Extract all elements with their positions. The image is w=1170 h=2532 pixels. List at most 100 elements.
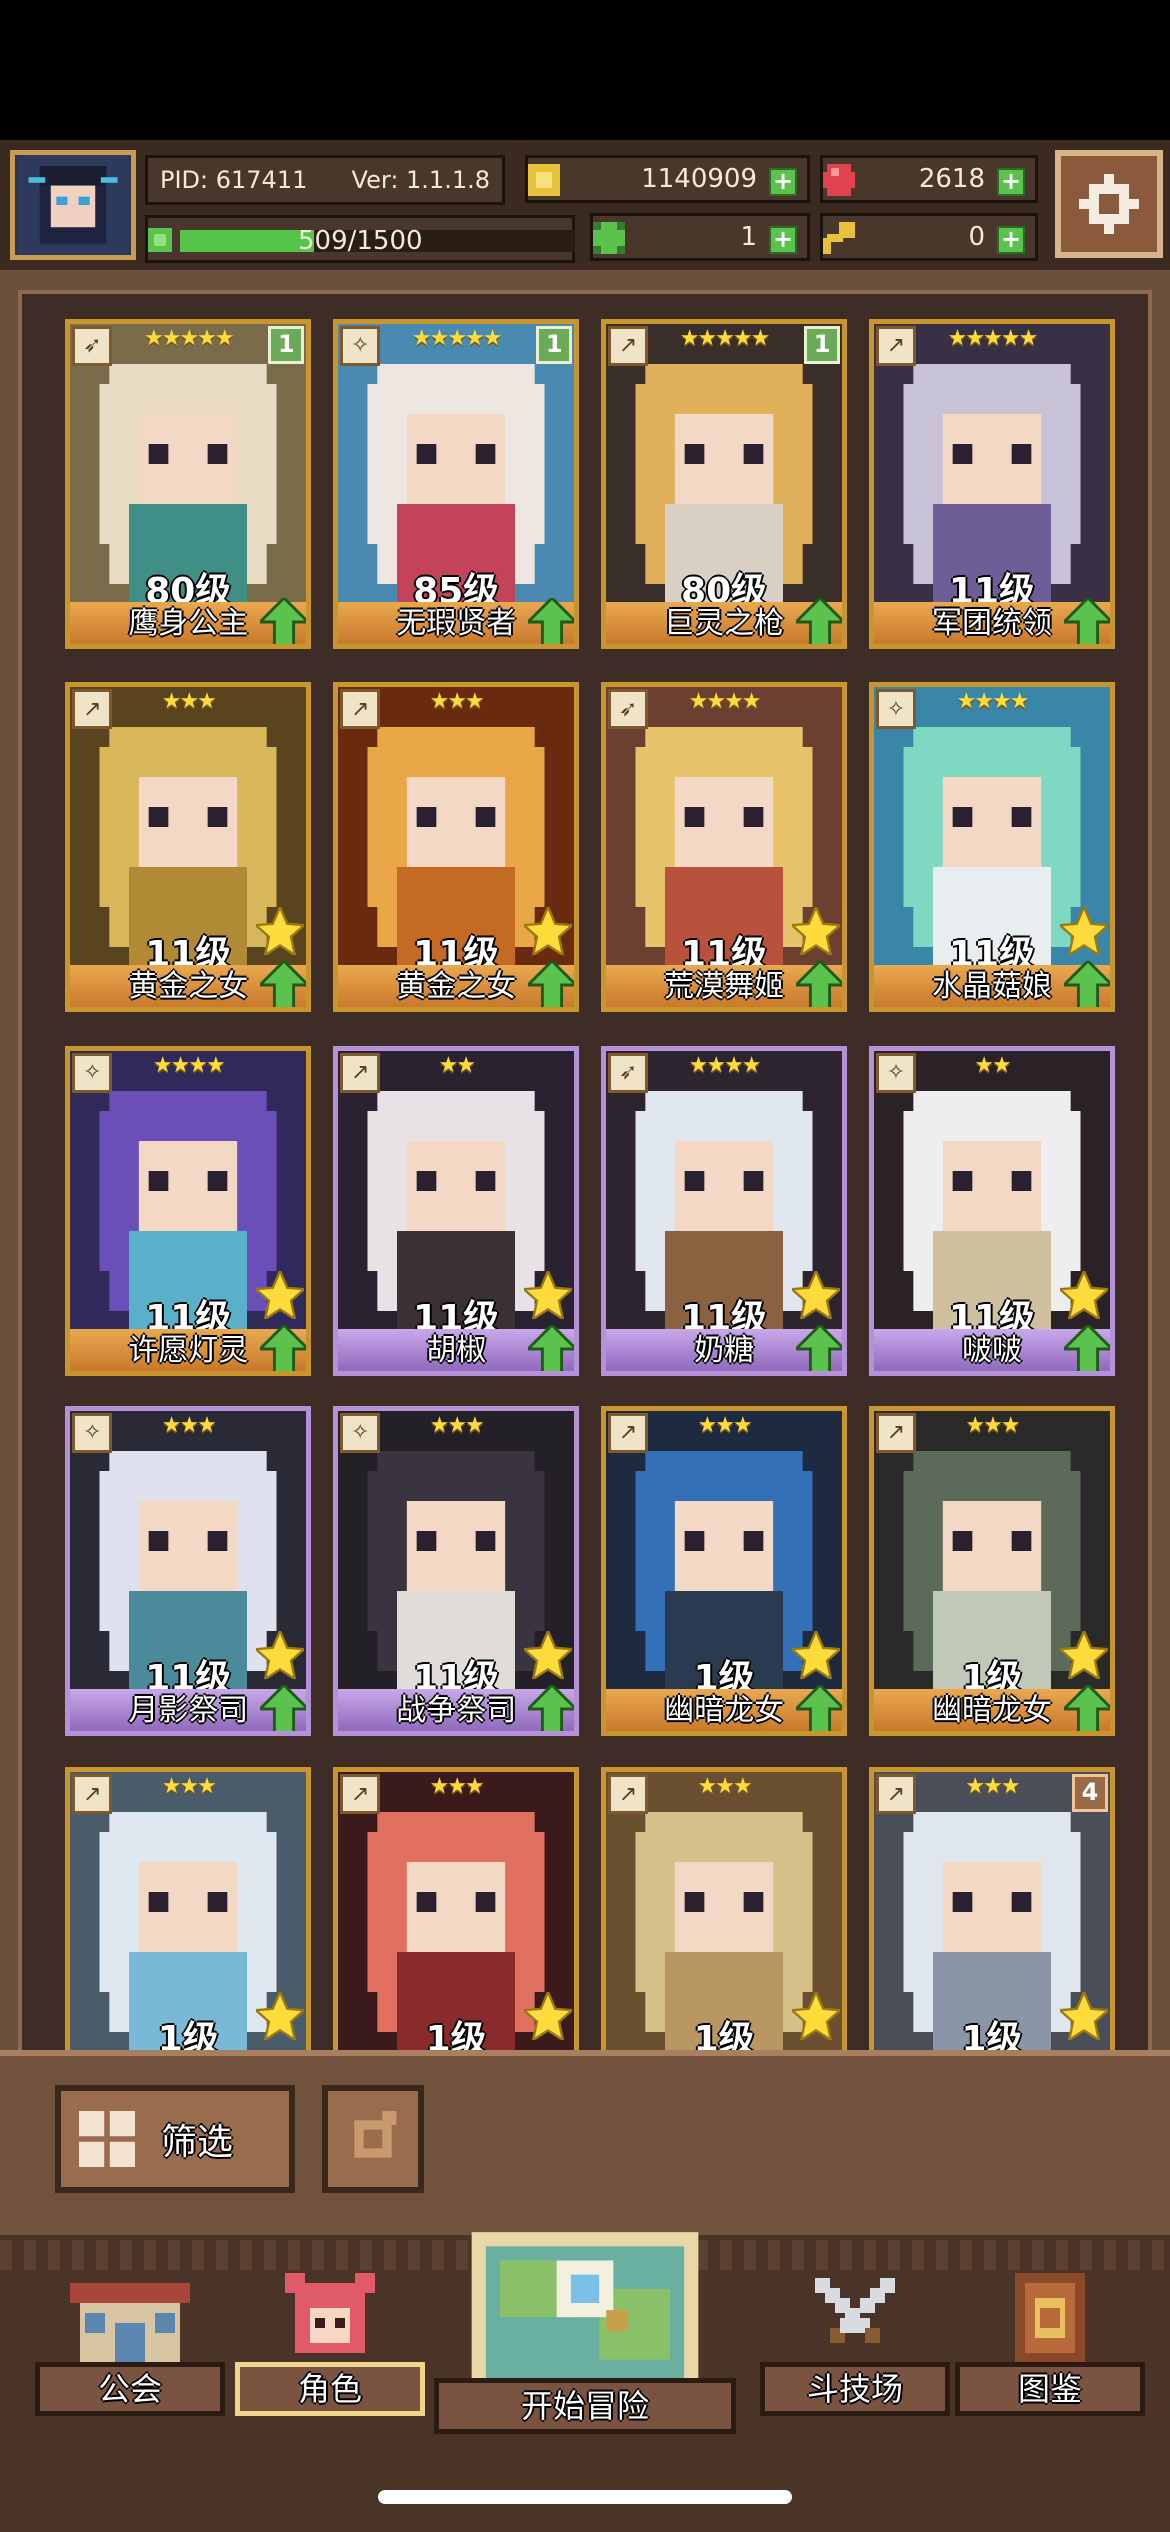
rarity-stars: ★★★★ xyxy=(956,689,1030,715)
version-label: Ver: 1.1.1.8 xyxy=(351,166,490,194)
key-box[interactable]: 0 + xyxy=(820,213,1038,261)
rarity-stars: ★★★★ xyxy=(688,689,762,715)
level-up-arrow-icon xyxy=(260,1684,307,1731)
character-card[interactable]: ↗ ★★★ 1级 幽暗龙女 xyxy=(601,1405,848,1736)
character-card[interactable]: ↗ ★★★ 1级 xyxy=(601,1767,848,2061)
rarity-stars: ★★★ xyxy=(161,1774,217,1800)
level-up-arrow-icon xyxy=(260,961,307,1008)
nav-arena[interactable]: 斗技场 xyxy=(760,2260,950,2430)
filter-button[interactable]: 筛选 xyxy=(55,2085,295,2193)
count-badge: 4 xyxy=(1071,1774,1108,1813)
player-avatar[interactable] xyxy=(10,150,136,260)
character-card[interactable]: ↗ ★★★ 1级 xyxy=(65,1767,312,2061)
settings-button[interactable] xyxy=(1055,150,1163,258)
nav-character-label: 角色 xyxy=(235,2362,425,2416)
gold-value: 1140909 xyxy=(641,164,757,194)
star-upgrade-icon xyxy=(1059,1992,1108,2041)
character-card[interactable]: ➶ ★★★★★ 1 80级 鹰身公主 xyxy=(65,318,312,649)
nav-adventure-label: 开始冒险 xyxy=(434,2378,736,2434)
leaf-icon xyxy=(148,228,172,252)
guild-hall-icon xyxy=(70,2283,190,2368)
nav-character[interactable]: 角色 xyxy=(235,2260,425,2430)
character-card[interactable]: ↗ ★★★ 1级 xyxy=(333,1767,580,2061)
character-card[interactable]: ↗ ★★★ 11级 黄金之女 xyxy=(333,682,580,1013)
character-card[interactable]: ➶ ★★★★ 11级 荒漠舞姬 xyxy=(601,682,848,1013)
nav-guild[interactable]: 公会 xyxy=(35,2260,225,2430)
level-up-arrow-icon xyxy=(260,1324,307,1371)
level-up-arrow-icon xyxy=(528,961,575,1008)
coin-icon xyxy=(528,164,560,196)
exp-text: 509/1500 xyxy=(298,226,423,256)
character-grid: ➶ ★★★★★ 1 80级 鹰身公主 ✧ ★★★★★ 1 85级 无瑕贤者 ↗ ★★★★★ 1 80级 巨灵… xyxy=(18,290,1152,2065)
grid-icon xyxy=(79,2111,135,2167)
star-upgrade-icon xyxy=(256,1630,305,1679)
character-card[interactable]: ↗ ★★★ 11级 黄金之女 xyxy=(65,682,312,1013)
rarity-stars: ★★★ xyxy=(429,1412,485,1438)
character-card[interactable]: ➶ ★★★★ 11级 奶糖 xyxy=(601,1045,848,1376)
book-icon xyxy=(1015,2273,1085,2363)
character-card[interactable]: ↗ ★★★★★ 1 80级 巨灵之枪 xyxy=(601,318,848,649)
star-upgrade-icon xyxy=(256,907,305,956)
character-card[interactable]: ✧ ★★★★ 11级 水晶菇娘 xyxy=(868,682,1115,1013)
rarity-stars: ★★★ xyxy=(429,689,485,715)
add-gold-button[interactable]: + xyxy=(769,168,797,196)
status-bar xyxy=(0,0,1170,140)
refresh-icon xyxy=(354,2111,397,2158)
avatar-portrait-icon xyxy=(17,155,129,255)
nav-adventure[interactable]: 开始冒险 xyxy=(434,2218,736,2443)
character-card[interactable]: ✧ ★★★ 11级 月影祭司 xyxy=(65,1405,312,1736)
sort-refresh-button[interactable] xyxy=(322,2085,424,2193)
filter-label: 筛选 xyxy=(161,2122,234,2163)
rarity-stars: ★★★ xyxy=(161,689,217,715)
rarity-stars: ★★★ xyxy=(697,1412,753,1438)
level-up-arrow-icon xyxy=(796,1324,843,1371)
character-card[interactable]: ↗ ★★★★★ 11级 军团统领 xyxy=(868,318,1115,649)
gem-box[interactable]: 2618 + xyxy=(820,155,1038,203)
character-card[interactable]: ✧ ★★★ 11级 战争祭司 xyxy=(333,1405,580,1736)
key-icon xyxy=(823,222,855,254)
star-upgrade-icon xyxy=(1059,1630,1108,1679)
clover-icon xyxy=(593,222,625,254)
add-clover-button[interactable]: + xyxy=(769,226,797,254)
level-up-arrow-icon xyxy=(260,597,307,644)
level-up-arrow-icon xyxy=(528,1684,575,1731)
level-up-arrow-icon xyxy=(796,597,843,644)
character-card[interactable]: ↗ ★★★ 4 1级 xyxy=(868,1767,1115,2061)
level-up-arrow-icon xyxy=(1063,597,1110,644)
ruby-icon xyxy=(823,164,855,196)
level-up-arrow-icon xyxy=(1063,961,1110,1008)
character-card[interactable]: ↗ ★★★ 1级 幽暗龙女 xyxy=(868,1405,1115,1736)
add-gem-button[interactable]: + xyxy=(997,168,1025,196)
crossed-swords-icon xyxy=(815,2278,895,2343)
count-badge: 1 xyxy=(268,325,305,364)
home-indicator[interactable] xyxy=(378,2490,792,2504)
rarity-stars: ★★ xyxy=(974,1052,1011,1078)
rarity-stars: ★★★★ xyxy=(688,1052,762,1078)
add-key-button[interactable]: + xyxy=(997,226,1025,254)
star-upgrade-icon xyxy=(792,1992,841,2041)
character-card[interactable]: ✧ ★★★★★ 1 85级 无瑕贤者 xyxy=(333,318,580,649)
rarity-stars: ★★★ xyxy=(965,1412,1020,1438)
count-badge: 1 xyxy=(804,325,841,364)
gem-value: 2618 xyxy=(918,164,985,194)
gold-box[interactable]: 1140909 + xyxy=(525,155,810,203)
star-upgrade-icon xyxy=(792,1270,841,1319)
character-card[interactable]: ✧ ★★★★ 11级 许愿灯灵 xyxy=(65,1045,312,1376)
rarity-stars: ★★★ xyxy=(161,1412,217,1438)
star-upgrade-icon xyxy=(256,1270,305,1319)
character-card[interactable]: ✧ ★★ 11级 啵啵 xyxy=(868,1045,1115,1376)
star-upgrade-icon xyxy=(1059,1270,1108,1319)
nav-guild-label: 公会 xyxy=(35,2362,225,2416)
clover-box[interactable]: 1 + xyxy=(590,213,810,261)
star-upgrade-icon xyxy=(1059,907,1108,956)
exp-bar-fill xyxy=(180,230,315,252)
star-upgrade-icon xyxy=(524,1630,573,1679)
nav-arena-label: 斗技场 xyxy=(760,2362,950,2416)
rarity-stars: ★★★ xyxy=(429,1774,485,1800)
rarity-stars: ★★★★★ xyxy=(947,325,1039,351)
level-up-arrow-icon xyxy=(1063,1324,1110,1371)
rarity-stars: ★★ xyxy=(438,1052,475,1078)
character-card[interactable]: ↗ ★★ 11级 胡椒 xyxy=(333,1045,580,1376)
nav-codex[interactable]: 图鉴 xyxy=(955,2260,1145,2430)
star-upgrade-icon xyxy=(792,1630,841,1679)
